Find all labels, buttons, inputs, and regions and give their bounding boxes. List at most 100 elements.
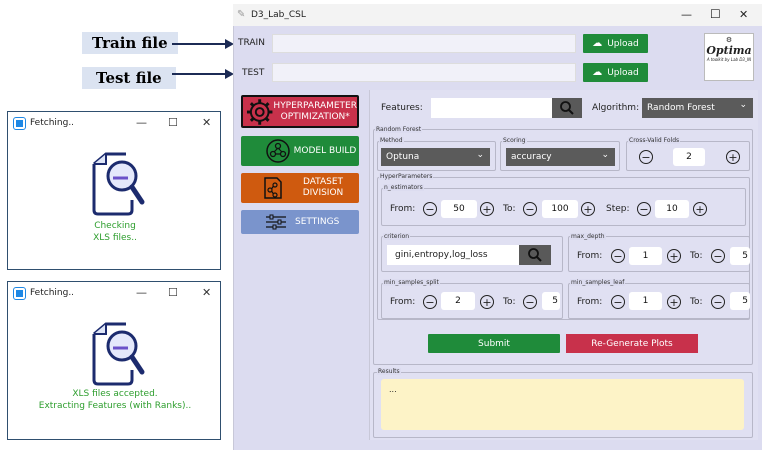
folds-value[interactable]: 2 xyxy=(673,148,705,166)
upload-label: Upload xyxy=(607,67,639,78)
min-samples-split-from[interactable]: 2 xyxy=(441,292,475,310)
n-estimators-step-increment[interactable]: + xyxy=(693,202,707,216)
max-depth-from[interactable]: 1 xyxy=(629,247,662,265)
algorithm-select[interactable]: Random Forest ⌄ xyxy=(642,98,753,118)
test-upload-button[interactable]: ☁ Upload xyxy=(583,63,648,82)
results-title: Results xyxy=(377,368,401,375)
max-depth-to[interactable]: 5 xyxy=(730,247,750,265)
min-samples-split-from-decrement[interactable]: − xyxy=(423,295,437,309)
train-label: TRAIN xyxy=(238,38,265,48)
close-button[interactable]: ✕ xyxy=(202,286,211,299)
maximize-button[interactable]: ☐ xyxy=(168,286,178,299)
from-label: From: xyxy=(390,204,416,214)
gear-settings-icon xyxy=(246,98,273,125)
nav-label: SETTINGS xyxy=(295,216,340,227)
nav-label: HYPERPARAMETER OPTIMIZATION* xyxy=(273,100,357,122)
train-arrow xyxy=(172,43,226,45)
min-samples-leaf-to[interactable]: 5 xyxy=(730,292,750,310)
fetching-popup-checking: Fetching.. — ☐ ✕ Checking XLS files.. xyxy=(7,111,221,270)
train-upload-button[interactable]: ☁ Upload xyxy=(583,34,648,53)
window-minimize-button[interactable]: — xyxy=(681,8,692,21)
features-search-button[interactable] xyxy=(552,98,582,118)
regenerate-plots-button[interactable]: Re-Generate Plots xyxy=(566,334,698,353)
scoring-value: accuracy xyxy=(511,152,552,162)
optima-logo: ⚙ Optima A toolkit by Lab D3_IN xyxy=(704,33,754,81)
min-samples-split-from-increment[interactable]: + xyxy=(480,295,494,309)
popup-title: Fetching.. xyxy=(30,288,75,298)
n-estimators-from[interactable]: 50 xyxy=(441,200,477,218)
nav-label: MODEL BUILD xyxy=(293,145,357,156)
maximize-button[interactable]: ☐ xyxy=(168,116,178,129)
test-label: TEST xyxy=(242,68,265,78)
n-estimators-to-increment[interactable]: + xyxy=(581,202,595,216)
minimize-button[interactable]: — xyxy=(136,286,147,299)
submit-button[interactable]: Submit xyxy=(428,334,560,353)
algorithm-label: Algorithm: xyxy=(592,103,640,113)
chevron-down-icon: ⌄ xyxy=(601,150,609,160)
scoring-title: Scoring xyxy=(502,137,527,144)
chevron-down-icon: ⌄ xyxy=(476,150,484,160)
n-estimators-to-decrement[interactable]: − xyxy=(523,202,537,216)
min-samples-leaf-to-decrement[interactable]: − xyxy=(711,295,725,309)
document-search-icon xyxy=(92,152,145,216)
train-file-annotation: Train file xyxy=(82,32,178,54)
popup-title: Fetching.. xyxy=(30,118,75,128)
min-samples-leaf-from-decrement[interactable]: − xyxy=(611,295,625,309)
features-label: Features: xyxy=(381,103,423,113)
window-maximize-button[interactable]: ☐ xyxy=(710,7,721,21)
criterion-search-button[interactable] xyxy=(519,245,551,265)
criterion-input[interactable]: gini,entropy,log_loss xyxy=(387,245,519,265)
search-icon xyxy=(528,248,542,262)
max-depth-to-decrement[interactable]: − xyxy=(711,249,725,263)
results-output: ... xyxy=(381,379,744,430)
n-estimators-from-decrement[interactable]: − xyxy=(423,202,437,216)
popup-status-line2: Extracting Features (with Ranks).. xyxy=(38,401,192,411)
feather-icon: ✎ xyxy=(237,9,246,20)
max-depth-from-decrement[interactable]: − xyxy=(611,249,625,263)
n-estimators-from-increment[interactable]: + xyxy=(480,202,494,216)
fetching-popup-extracting: Fetching.. — ☐ ✕ XLS files accepted. Ext… xyxy=(7,281,221,440)
logo-name: Optima xyxy=(706,44,752,57)
sliders-icon xyxy=(266,214,286,230)
window-close-button[interactable]: ✕ xyxy=(739,8,748,21)
min-samples-leaf-title: min_samples_leaf xyxy=(570,279,626,286)
cloud-upload-icon: ☁ xyxy=(592,67,603,78)
dataset-share-icon xyxy=(264,177,282,199)
min-samples-split-to-decrement[interactable]: − xyxy=(523,295,537,309)
window-titlebar: ✎ D3_Lab_CSL — ☐ ✕ xyxy=(233,4,762,26)
from-label: From: xyxy=(577,251,603,261)
criterion-title: criterion xyxy=(383,233,411,240)
test-file-annotation: Test file xyxy=(82,67,176,89)
method-value: Optuna xyxy=(386,152,420,162)
n-estimators-step-decrement[interactable]: − xyxy=(637,202,651,216)
n-estimators-to[interactable]: 100 xyxy=(542,200,578,218)
n-estimators-step[interactable]: 10 xyxy=(655,200,689,218)
minimize-button[interactable]: — xyxy=(136,116,147,129)
chevron-down-icon: ⌄ xyxy=(739,100,747,110)
logo-gear-icon: ⚙ xyxy=(725,36,733,44)
step-label: Step: xyxy=(606,204,630,214)
train-file-input[interactable] xyxy=(272,34,576,53)
min-samples-leaf-from[interactable]: 1 xyxy=(629,292,662,310)
close-button[interactable]: ✕ xyxy=(202,116,211,129)
nav-model-build[interactable]: MODEL BUILD xyxy=(241,136,359,166)
min-samples-split-to[interactable]: 5 xyxy=(542,292,560,310)
features-input[interactable] xyxy=(431,98,552,118)
logo-tagline: A toolkit by Lab D3_IN xyxy=(706,57,752,62)
to-label: To: xyxy=(690,297,703,307)
min-samples-leaf-from-increment[interactable]: + xyxy=(667,295,681,309)
nav-hyperparameter-optimization[interactable]: HYPERPARAMETER OPTIMIZATION* xyxy=(241,95,359,128)
nav-dataset-division[interactable]: DATASET DIVISION xyxy=(241,173,359,203)
folds-title: Cross-Valid Folds xyxy=(628,137,681,144)
scoring-select[interactable]: accuracy ⌄ xyxy=(506,148,615,166)
nav-settings[interactable]: SETTINGS xyxy=(241,210,359,234)
test-arrow xyxy=(172,73,226,75)
max-depth-from-increment[interactable]: + xyxy=(667,249,681,263)
app-icon xyxy=(13,116,26,130)
folds-increment-button[interactable]: + xyxy=(726,150,740,164)
method-select[interactable]: Optuna ⌄ xyxy=(381,148,490,166)
test-file-input[interactable] xyxy=(272,63,576,82)
nav-label: DATASET DIVISION xyxy=(302,177,344,198)
to-label: To: xyxy=(503,297,516,307)
folds-decrement-button[interactable]: − xyxy=(639,150,653,164)
